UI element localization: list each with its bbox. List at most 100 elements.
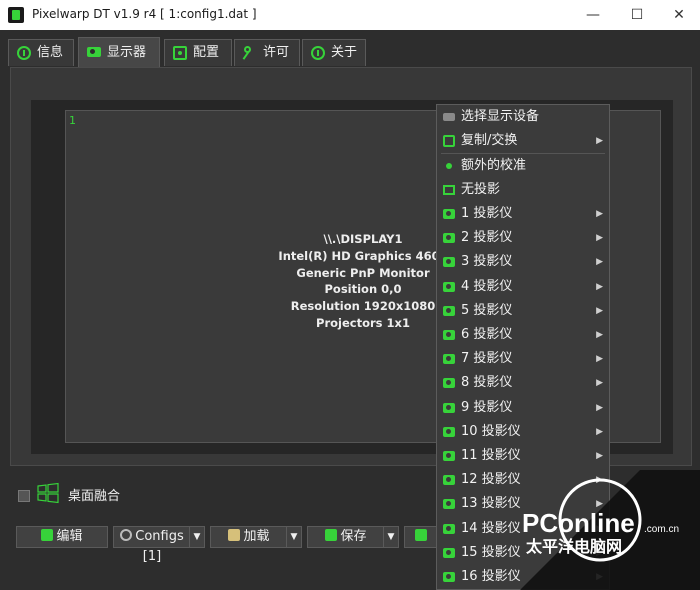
tab-license[interactable]: 许可 — [234, 39, 300, 66]
tab-display-label: 显示器 — [107, 45, 147, 60]
desktop-blend-label: 桌面融合 — [68, 489, 121, 504]
window-title: Pixelwarp DT v1.9 r4 [ 1:config1.dat ] — [32, 7, 257, 21]
submenu-arrow-icon: ▶ — [596, 136, 603, 146]
chevron-down-icon[interactable]: ▼ — [286, 527, 301, 547]
submenu-arrow-icon: ▶ — [596, 330, 603, 340]
submenu-arrow-icon: ▶ — [596, 233, 603, 244]
projector-icon — [443, 451, 455, 461]
title-bar: Pixelwarp DT v1.9 r4 [ 1:config1.dat ] —… — [0, 0, 700, 30]
config-icon — [173, 46, 187, 60]
menu-item-label: 9 投影仪 — [461, 399, 513, 415]
load-button-label: 加载 — [243, 529, 270, 544]
tab-about-label: 关于 — [331, 45, 358, 60]
menu-item-label: 12 投影仪 — [461, 472, 521, 488]
menu-item-label: 10 投影仪 — [461, 423, 521, 439]
menu-item-label: 复制/交换 — [461, 133, 518, 148]
menu-item-label: 1 投影仪 — [461, 206, 513, 221]
edit-icon — [41, 529, 54, 541]
save-button[interactable]: 保存 ▼ — [307, 526, 399, 548]
submenu-arrow-icon: ▶ — [596, 402, 603, 413]
projector-icon — [443, 233, 455, 244]
projector-icon — [443, 523, 455, 534]
gear-icon — [120, 529, 133, 541]
key-icon — [243, 46, 257, 60]
folder-icon — [228, 529, 241, 541]
pconline-watermark: PConline .com.cn 太平洋电脑网 — [520, 470, 700, 590]
submenu-arrow-icon: ▶ — [596, 209, 603, 219]
projector-icon — [443, 354, 455, 365]
menu-item-label: 2 投影仪 — [461, 230, 513, 246]
chevron-down-icon[interactable]: ▼ — [189, 527, 204, 547]
menu-item-label: 6 投影仪 — [461, 327, 513, 342]
configs-button[interactable]: Configs [1] ▼ — [113, 526, 205, 564]
menu-item-projector-10[interactable]: 10 投影仪 ▶ — [437, 421, 609, 443]
menu-item-projector-5[interactable]: 5 投影仪 ▶ — [437, 300, 609, 322]
configs-button-label: Configs [1] — [135, 529, 184, 564]
menu-item-label: 选择显示设备 — [461, 109, 540, 124]
action-icon — [415, 529, 427, 541]
submenu-arrow-icon: ▶ — [596, 354, 603, 365]
watermark-domain: .com.cn — [644, 524, 679, 535]
chevron-down-icon[interactable]: ▼ — [383, 527, 398, 547]
menu-item-projector-2[interactable]: 2 投影仪 ▶ — [437, 227, 609, 249]
menu-item-label: 4 投影仪 — [461, 278, 513, 294]
menu-item-projector-8[interactable]: 8 投影仪 ▶ — [437, 372, 609, 394]
save-button-label: 保存 — [340, 529, 367, 544]
projector-icon — [443, 330, 455, 340]
tab-config-label: 配置 — [193, 45, 220, 60]
menu-item-projector-11[interactable]: 11 投影仪 ▶ — [437, 445, 609, 467]
submenu-arrow-icon: ▶ — [596, 257, 603, 268]
tab-display[interactable]: 显示器 — [78, 37, 160, 68]
menu-item-label: 11 投影仪 — [461, 448, 521, 463]
menu-item-projector-6[interactable]: 6 投影仪 ▶ — [437, 324, 609, 346]
menu-item-projector-9[interactable]: 9 投影仪 ▶ — [437, 397, 609, 419]
tab-license-label: 许可 — [263, 45, 290, 60]
projector-icon — [443, 257, 455, 268]
tab-about[interactable]: 关于 — [302, 39, 366, 66]
projector-icon — [443, 378, 455, 389]
app-logo-icon — [8, 7, 24, 23]
projector-icon — [443, 572, 455, 582]
maximize-button[interactable]: ☐ — [622, 3, 652, 27]
info-icon — [17, 46, 31, 60]
minimize-button[interactable]: — — [578, 3, 608, 27]
menu-item-label: 7 投影仪 — [461, 351, 513, 367]
projector-icon — [443, 402, 455, 413]
tab-info[interactable]: 信息 — [8, 39, 74, 66]
menu-item-label: 8 投影仪 — [461, 375, 513, 391]
menu-item-label: 14 投影仪 — [461, 520, 521, 536]
watermark-tagline: 太平洋电脑网 — [525, 537, 622, 556]
menu-item-no-projection[interactable]: 无投影 — [437, 179, 609, 201]
monitor-icon — [443, 185, 455, 195]
tab-config[interactable]: 配置 — [164, 39, 232, 66]
extra-button[interactable] — [404, 526, 438, 548]
save-icon — [325, 529, 338, 541]
projector-icon — [443, 305, 455, 316]
close-button[interactable]: ✕ — [664, 3, 694, 27]
menu-item-label: 16 投影仪 — [461, 569, 521, 584]
edit-button[interactable]: 编辑 — [16, 526, 108, 548]
menu-item-projector-3[interactable]: 3 投影仪 ▶ — [437, 251, 609, 273]
desktop-blend-checkbox[interactable] — [18, 490, 30, 502]
projector-icon — [443, 426, 455, 437]
radio-dot-icon — [443, 161, 455, 171]
load-button[interactable]: 加载 ▼ — [210, 526, 302, 548]
menu-separator — [441, 153, 605, 154]
windows-logo-icon — [37, 482, 59, 504]
menu-item-projector-7[interactable]: 7 投影仪 ▶ — [437, 348, 609, 370]
menu-item-copy-swap[interactable]: 复制/交换 ▶ — [437, 130, 609, 152]
watermark-brand: PConline — [522, 508, 635, 538]
projector-icon — [443, 499, 455, 510]
menu-item-select-device[interactable]: 选择显示设备 — [437, 106, 609, 128]
select-icon — [443, 113, 455, 121]
projector-icon — [87, 47, 101, 57]
menu-item-projector-4[interactable]: 4 投影仪 ▶ — [437, 276, 609, 298]
submenu-arrow-icon: ▶ — [596, 378, 603, 389]
menu-item-label: 15 投影仪 — [461, 544, 521, 560]
info-icon — [311, 46, 325, 60]
menu-item-projector-1[interactable]: 1 投影仪 ▶ — [437, 203, 609, 225]
menu-item-extra-calibration[interactable]: 额外的校准 — [437, 155, 609, 177]
projector-icon — [443, 547, 455, 558]
submenu-arrow-icon: ▶ — [596, 426, 603, 437]
copy-icon — [443, 135, 455, 147]
